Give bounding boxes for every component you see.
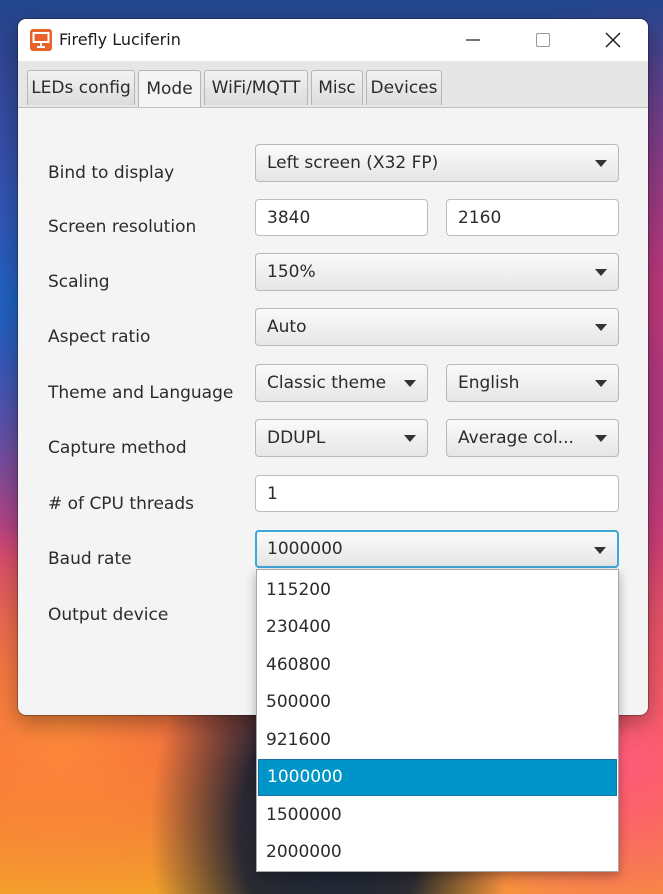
minimize-icon — [466, 39, 480, 41]
language-value: English — [458, 373, 520, 393]
window-title: Firefly Luciferin — [59, 30, 181, 49]
chevron-down-icon — [404, 435, 416, 442]
bind-display-select[interactable]: Left screen (X32 FP) — [255, 144, 619, 182]
aspect-ratio-select[interactable]: Auto — [255, 308, 619, 346]
tab-mode[interactable]: Mode — [138, 70, 201, 107]
tab-bar: LEDs config Mode WiFi/MQTT Misc Devices — [18, 61, 648, 108]
bind-display-label: Bind to display — [48, 163, 175, 183]
theme-language-label: Theme and Language — [48, 383, 234, 403]
chevron-down-icon — [594, 547, 606, 554]
close-button[interactable] — [578, 19, 648, 61]
monitor-logo-icon — [30, 29, 52, 51]
theme-value: Classic theme — [267, 373, 387, 393]
screen-resolution-label: Screen resolution — [48, 217, 197, 237]
cpu-threads-label: # of CPU threads — [48, 494, 194, 514]
baud-rate-label: Baud rate — [48, 549, 132, 569]
baud-option[interactable]: 921600 — [258, 721, 617, 759]
baud-option[interactable]: 1500000 — [258, 796, 617, 834]
aspect-ratio-value: Auto — [267, 317, 307, 337]
tab-wifi-mqtt[interactable]: WiFi/MQTT — [204, 70, 308, 105]
scaling-select[interactable]: 150% — [255, 253, 619, 291]
chevron-down-icon — [595, 324, 607, 331]
baud-option[interactable]: 460800 — [258, 646, 617, 684]
bind-display-value: Left screen (X32 FP) — [267, 153, 439, 173]
maximize-button[interactable] — [508, 19, 578, 61]
close-icon — [605, 32, 621, 48]
resolution-width-input[interactable]: 3840 — [255, 199, 428, 236]
baud-option[interactable]: 230400 — [258, 609, 617, 647]
capture-method-value: DDUPL — [267, 428, 326, 448]
baud-rate-value: 1000000 — [267, 539, 343, 559]
baud-option[interactable]: 115200 — [258, 571, 617, 609]
output-device-label: Output device — [48, 605, 169, 625]
chevron-down-icon — [595, 380, 607, 387]
baud-rate-select[interactable]: 1000000 — [255, 530, 619, 568]
scaling-value: 150% — [267, 262, 316, 282]
tab-devices[interactable]: Devices — [366, 70, 442, 105]
resolution-height-input[interactable]: 2160 — [446, 199, 619, 236]
baud-option[interactable]: 500000 — [258, 684, 617, 722]
chevron-down-icon — [595, 160, 607, 167]
baud-option[interactable]: 2000000 — [258, 834, 617, 872]
tab-leds-config[interactable]: LEDs config — [27, 70, 135, 105]
maximize-icon — [536, 33, 550, 47]
aspect-ratio-label: Aspect ratio — [48, 327, 151, 347]
chevron-down-icon — [404, 380, 416, 387]
chevron-down-icon — [595, 435, 607, 442]
theme-select[interactable]: Classic theme — [255, 364, 428, 402]
baud-option-selected[interactable]: 1000000 — [258, 758, 617, 796]
tab-misc[interactable]: Misc — [311, 70, 363, 105]
capture-method-label: Capture method — [48, 438, 187, 458]
cpu-threads-input[interactable]: 1 — [255, 475, 619, 512]
minimize-button[interactable] — [438, 19, 508, 61]
language-select[interactable]: English — [446, 364, 619, 402]
baud-rate-dropdown-list: 115200 230400 460800 500000 921600 10000… — [256, 569, 619, 872]
title-bar[interactable]: Firefly Luciferin — [18, 19, 648, 61]
capture-method-select[interactable]: DDUPL — [255, 419, 428, 457]
chevron-down-icon — [595, 269, 607, 276]
scaling-label: Scaling — [48, 272, 110, 292]
color-algorithm-select[interactable]: Average col... — [446, 419, 619, 457]
color-algorithm-value: Average col... — [458, 428, 574, 448]
